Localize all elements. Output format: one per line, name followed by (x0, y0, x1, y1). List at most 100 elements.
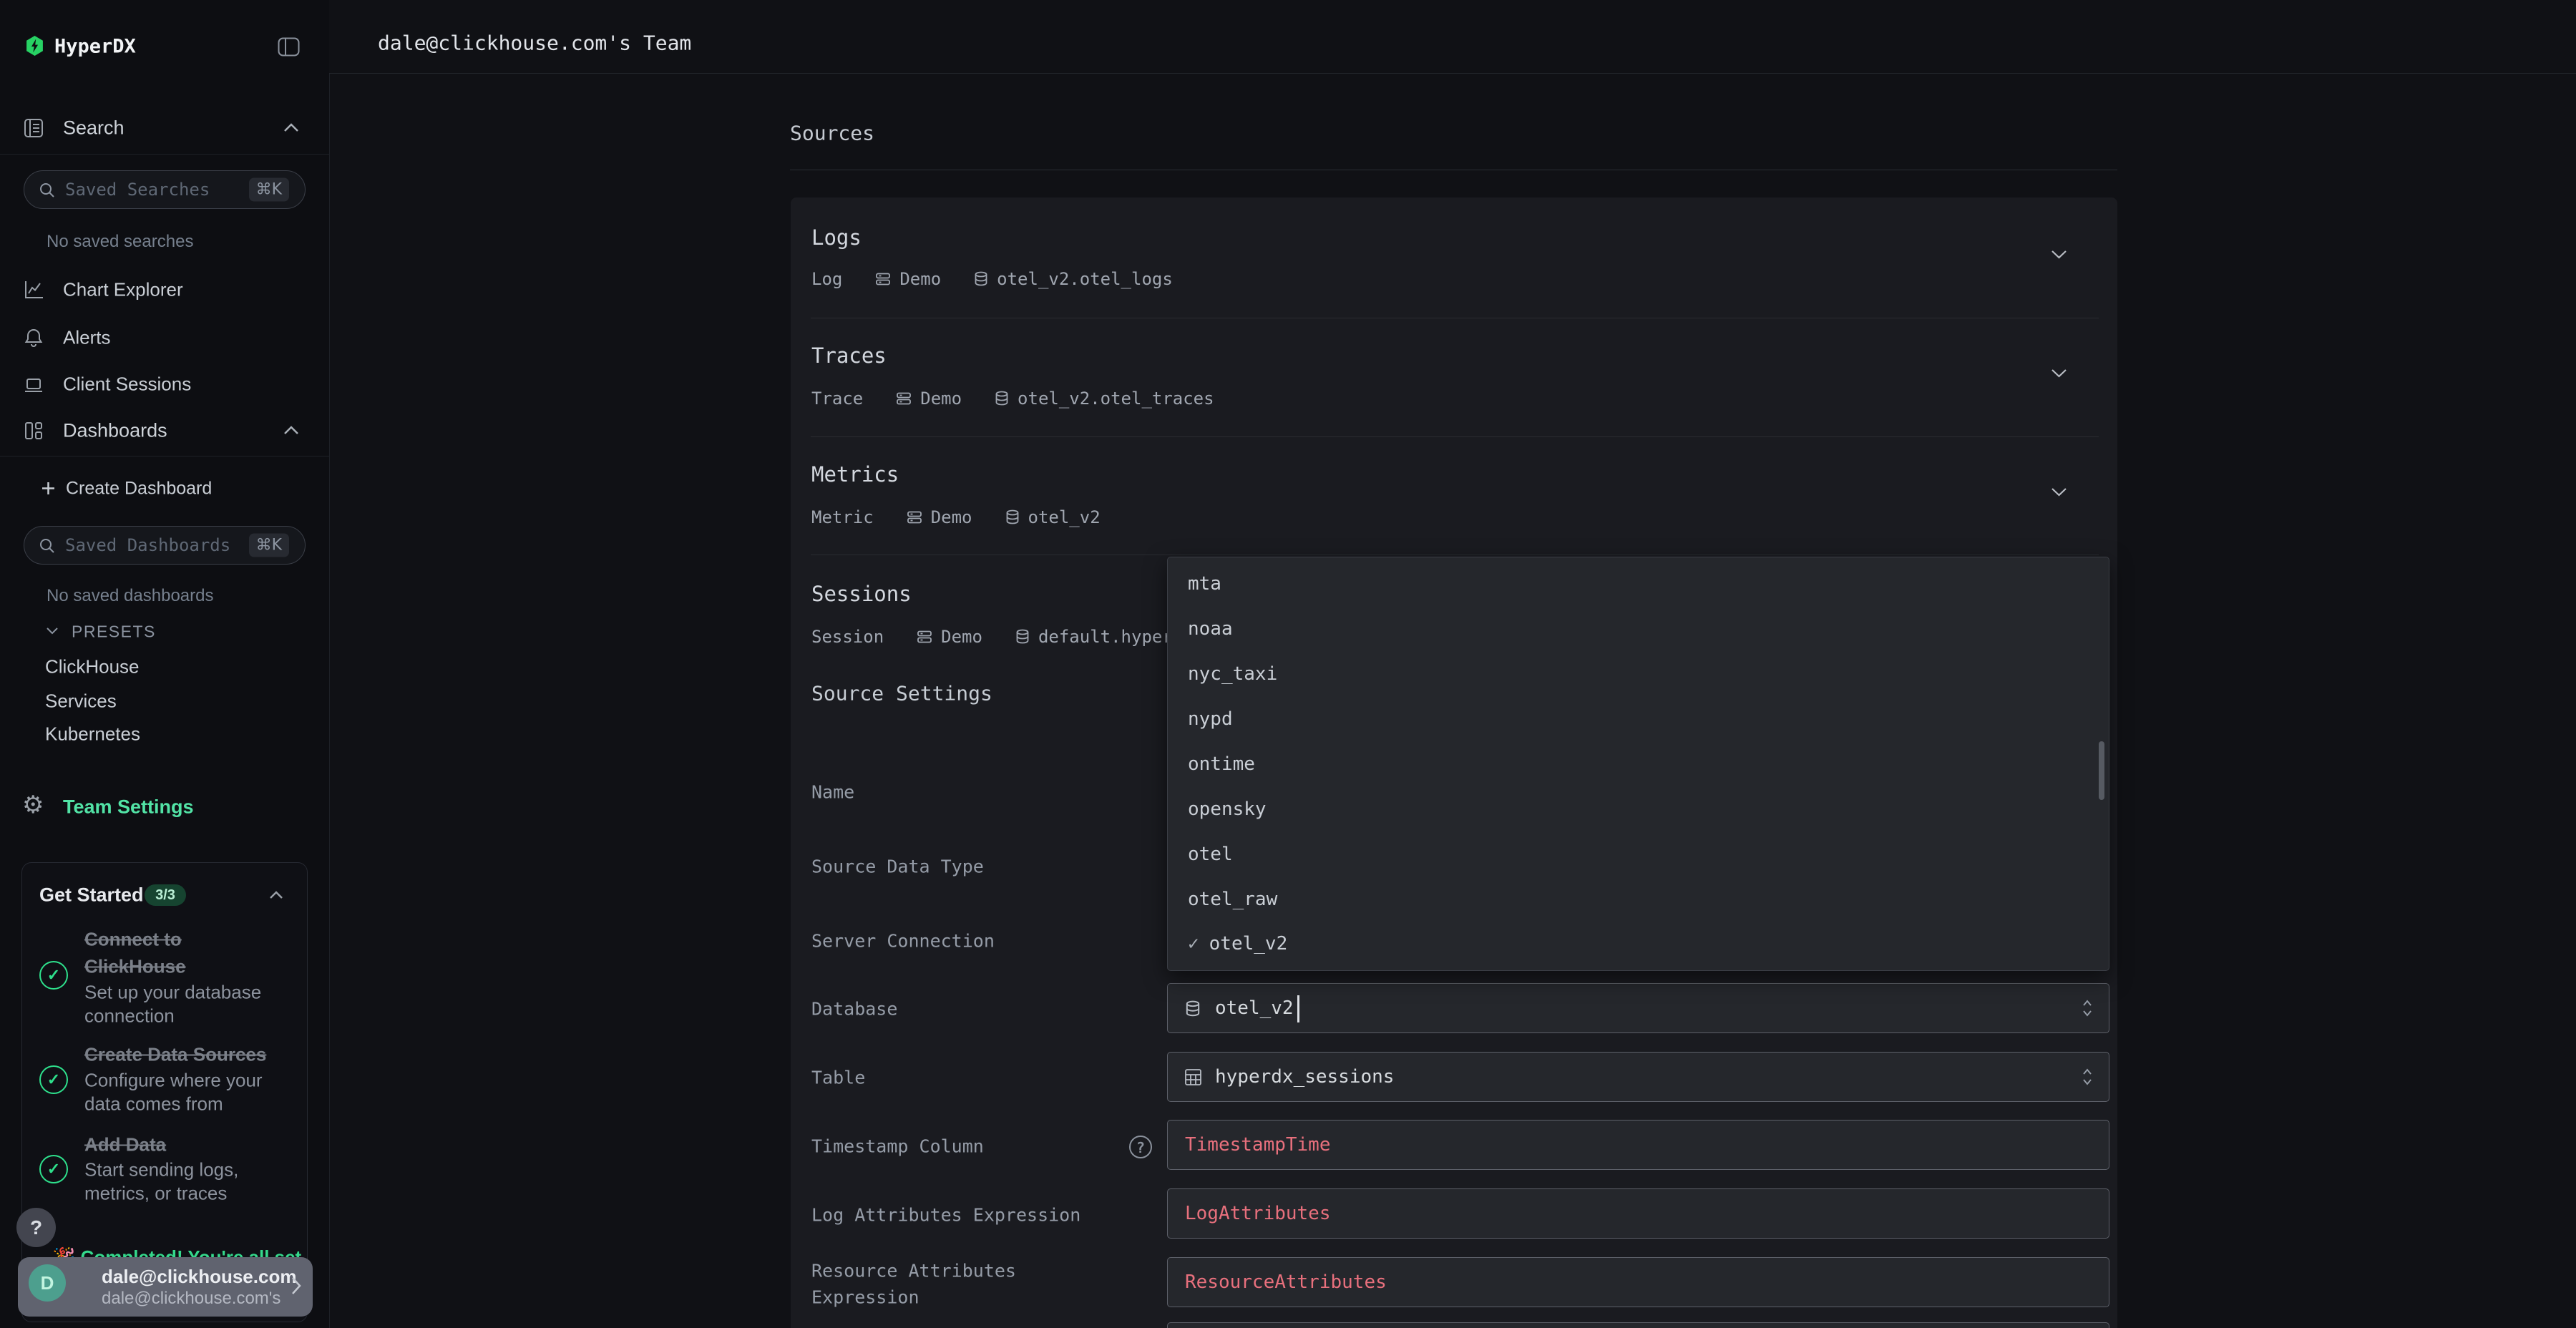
help-button[interactable]: ? (16, 1208, 56, 1247)
client-sessions-laptop-icon (24, 375, 44, 395)
preset-clickhouse[interactable]: ClickHouse (45, 656, 140, 678)
get-started-step-desc: Configure where your (84, 1070, 263, 1092)
dashboards-grid-icon (24, 421, 44, 441)
dropdown-option-selected[interactable]: ✓otel_v2 (1188, 933, 1287, 954)
dropdown-option[interactable]: mta (1188, 573, 1221, 595)
table-value: hyperdx_sessions (1215, 1066, 1394, 1088)
shortcut-badge: ⌘K (249, 178, 289, 202)
get-started-step-title[interactable]: Create Data Sources (84, 1044, 266, 1066)
check-icon: ✓ (1188, 933, 1199, 954)
source-table: otel_v2.otel_traces (1018, 389, 1214, 409)
search-icon (39, 537, 56, 555)
source-sessions-meta: Session Demo default.hyperdx_s (811, 627, 1214, 647)
dropdown-option[interactable]: nypd (1188, 708, 1233, 730)
chevron-right-icon (291, 1276, 301, 1295)
dropdown-scrollbar-thumb[interactable] (2099, 741, 2104, 800)
source-table: otel_v2.otel_logs (997, 269, 1173, 289)
user-menu[interactable]: D dale@clickhouse.com dale@clickhouse.co… (18, 1257, 313, 1317)
dropdown-option[interactable]: otel_raw (1188, 889, 1277, 910)
sidebar-item-team-settings[interactable]: Team Settings (63, 796, 194, 819)
server-icon (907, 509, 922, 525)
saved-searches-placeholder: Saved Searches (65, 180, 210, 200)
sidebar-item-chart-explorer[interactable]: Chart Explorer (63, 279, 183, 301)
table-select[interactable]: hyperdx_sessions (1167, 1052, 2109, 1102)
get-started-progress-badge: 3/3 (145, 884, 186, 906)
source-metrics-title[interactable]: Metrics (811, 462, 899, 487)
chart-explorer-icon (24, 280, 44, 300)
database-select[interactable]: otel_v2 (1167, 983, 2109, 1033)
get-started-step-title[interactable]: Add Data (84, 1134, 166, 1156)
search-icon (39, 182, 56, 199)
chevron-down-icon[interactable] (46, 627, 59, 635)
preset-kubernetes[interactable]: Kubernetes (45, 723, 140, 746)
gear-icon: ⚙ (22, 793, 44, 817)
name-label: Name (811, 782, 854, 803)
dropdown-option[interactable]: otel (1188, 844, 1233, 865)
source-type-label: Log (811, 269, 842, 289)
chevron-up-icon[interactable] (283, 123, 299, 132)
source-logs-title[interactable]: Logs (811, 225, 862, 250)
source-traces-title[interactable]: Traces (811, 343, 887, 368)
source-type-label: Session (811, 627, 884, 647)
source-logs-meta: Log Demo otel_v2.otel_logs (811, 269, 1173, 289)
sidebar-item-alerts[interactable]: Alerts (63, 327, 110, 349)
check-circle-icon: ✓ (39, 961, 68, 990)
sidebar-item-dashboards[interactable]: Dashboards (63, 420, 167, 442)
create-dashboard-button[interactable]: Create Dashboard (66, 479, 212, 499)
database-icon (1015, 629, 1030, 645)
source-connection: Demo (899, 269, 941, 289)
user-team: dale@clickhouse.com's (102, 1289, 280, 1309)
database-icon (995, 391, 1009, 406)
get-started-step-desc: data comes from (84, 1093, 223, 1115)
resource-attributes-input[interactable]: ResourceAttributes (1167, 1257, 2109, 1307)
source-traces-meta: Trace Demo otel_v2.otel_traces (811, 389, 1214, 409)
check-circle-icon: ✓ (39, 1155, 68, 1183)
presets-section-label[interactable]: PRESETS (72, 622, 156, 642)
text-cursor (1297, 995, 1299, 1022)
timestamp-column-input[interactable]: TimestampTime (1167, 1120, 2109, 1170)
get-started-title: Get Started (39, 884, 144, 907)
no-saved-searches-note: No saved searches (47, 232, 193, 252)
saved-dashboards-input[interactable]: Saved Dashboards ⌘K (24, 526, 306, 565)
source-connection: Demo (920, 389, 962, 409)
source-connection: Demo (941, 627, 982, 647)
get-started-step-title[interactable]: Connect to (84, 929, 182, 951)
chevron-up-icon[interactable] (283, 426, 299, 435)
timestamp-column-value: TimestampTime (1185, 1134, 1331, 1156)
preset-services[interactable]: Services (45, 690, 117, 713)
source-metrics-meta: Metric Demo otel_v2 (811, 507, 1101, 527)
select-updown-icon (2082, 999, 2093, 1017)
hyperdx-logo-icon (26, 36, 44, 56)
timestamp-column-label: Timestamp Column (811, 1136, 984, 1157)
plus-icon (41, 481, 56, 496)
chevron-down-icon[interactable] (2051, 487, 2067, 497)
log-attributes-input[interactable]: LogAttributes (1167, 1188, 2109, 1239)
table-label: Table (811, 1068, 865, 1088)
dropdown-option[interactable]: opensky (1188, 799, 1267, 820)
help-tooltip-icon[interactable]: ? (1129, 1136, 1152, 1158)
saved-dashboards-placeholder: Saved Dashboards (65, 535, 230, 555)
saved-searches-input[interactable]: Saved Searches ⌘K (24, 170, 306, 209)
sidebar-item-client-sessions[interactable]: Client Sessions (63, 374, 191, 396)
dropdown-option[interactable]: nyc_taxi (1188, 663, 1277, 685)
sidebar-item-search[interactable]: Search (63, 117, 125, 140)
avatar: D (29, 1264, 66, 1302)
get-started-step-desc: Start sending logs, (84, 1159, 238, 1181)
dropdown-option[interactable]: ontime (1188, 753, 1255, 775)
team-title: dale@clickhouse.com's Team (378, 31, 691, 55)
get-started-step-title[interactable]: ClickHouse (84, 956, 186, 978)
next-field-input[interactable] (1167, 1322, 2109, 1328)
collapse-sidebar-icon[interactable] (278, 37, 300, 57)
server-icon (896, 391, 912, 406)
chevron-down-icon[interactable] (2051, 368, 2067, 378)
get-started-step-desc: metrics, or traces (84, 1183, 227, 1205)
server-icon (917, 629, 932, 645)
chevron-down-icon[interactable] (2051, 250, 2067, 259)
source-sessions-title[interactable]: Sessions (811, 582, 912, 606)
server-connection-label: Server Connection (811, 931, 995, 952)
user-email: dale@clickhouse.com (102, 1266, 296, 1288)
chevron-up-icon[interactable] (269, 891, 283, 899)
resource-attributes-value: ResourceAttributes (1185, 1271, 1387, 1293)
no-saved-dashboards-note: No saved dashboards (47, 586, 213, 606)
dropdown-option[interactable]: noaa (1188, 618, 1233, 640)
